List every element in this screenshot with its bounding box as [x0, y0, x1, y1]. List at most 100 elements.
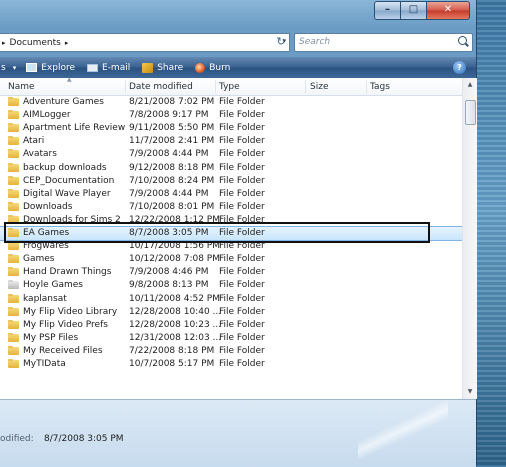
file-date-modified: 7/22/2008 8:18 PM	[129, 345, 215, 356]
file-name: Hoyle Games	[23, 280, 83, 291]
folder-icon	[8, 110, 19, 120]
file-date-modified: 7/10/2008 8:24 PM	[129, 175, 215, 186]
address-bar[interactable]: ▸ Documents ▸ ▾	[0, 33, 290, 52]
address-row: ▸ Documents ▸ ▾ ↻	[0, 30, 476, 54]
search-input[interactable]	[295, 34, 453, 49]
folder-icon	[8, 332, 19, 342]
explore-button[interactable]: Explore	[26, 63, 75, 73]
share-icon	[142, 62, 154, 73]
file-row[interactable]: Adventure Games 8/21/2008 7:02 PM File Fol…	[0, 96, 462, 109]
file-type: File Folder	[219, 359, 265, 369]
file-type: File Folder	[219, 201, 265, 212]
search-icon[interactable]	[458, 36, 467, 45]
column-type[interactable]: Type	[219, 82, 240, 92]
share-button[interactable]: Share	[142, 62, 183, 73]
file-date-modified: 8/7/2008 3:05 PM	[129, 228, 209, 238]
file-row[interactable]: My Flip Video Prefs 12/28/2008 10:23 ... F…	[0, 319, 462, 332]
organize-label: s	[1, 62, 6, 73]
file-name: Avatars	[23, 149, 57, 160]
file-type: File Folder	[219, 241, 265, 252]
column-divider[interactable]	[305, 80, 306, 93]
file-row[interactable]: Avatars 7/9/2008 4:44 PM File Folder	[0, 148, 462, 161]
file-type: File Folder	[219, 136, 265, 147]
date-modified-label: odified:	[0, 434, 34, 444]
burn-button[interactable]: Burn	[195, 62, 230, 73]
vertical-scrollbar[interactable]: ▲ ▼	[462, 78, 477, 399]
explorer-window: – □ ✕ ▸ Documents ▸ ▾ ↻ s ▾ Explore E-ma…	[0, 0, 477, 467]
scrollbar-thumb[interactable]	[465, 100, 476, 125]
file-row[interactable]: Atari 11/7/2008 2:41 PM File Folder	[0, 135, 462, 148]
file-type: File Folder	[219, 162, 265, 173]
folder-icon	[8, 359, 19, 368]
breadcrumb-documents[interactable]: Documents	[10, 38, 61, 48]
command-bar: s ▾ Explore E-mail Share Burn ?	[0, 57, 476, 78]
folder-icon	[8, 214, 19, 224]
column-tags[interactable]: Tags	[370, 82, 390, 92]
column-divider[interactable]	[125, 80, 126, 93]
folder-icon	[8, 97, 19, 106]
close-button[interactable]: ✕	[426, 1, 470, 20]
folder-icon	[8, 201, 19, 211]
file-row[interactable]: EA Games 8/7/2008 3:05 PM File Folder	[0, 226, 462, 241]
folder-icon	[8, 123, 19, 133]
file-row[interactable]: My Received Files 7/22/2008 8:18 PM File F…	[0, 345, 462, 358]
file-row[interactable]: Downloads 7/10/2008 8:01 PM File Folder	[0, 201, 462, 214]
file-type: File Folder	[219, 228, 265, 238]
breadcrumb-chevron-icon[interactable]: ▸	[65, 39, 69, 47]
column-name[interactable]: Name	[8, 82, 35, 92]
help-icon[interactable]: ?	[453, 61, 466, 74]
column-divider[interactable]	[215, 80, 216, 93]
file-row[interactable]: My Flip Video Library 12/28/2008 10:40 ..…	[0, 306, 462, 319]
refresh-icon[interactable]: ↻	[272, 33, 290, 50]
file-date-modified: 7/10/2008 8:01 PM	[129, 201, 215, 212]
file-name: Apartment Life Review	[23, 123, 126, 134]
folder-icon	[8, 188, 19, 198]
file-date-modified: 12/22/2008 1:12 PM	[129, 214, 220, 225]
folder-icon	[8, 306, 19, 316]
file-name: My Received Files	[23, 345, 103, 356]
file-row[interactable]: Frogwares 10/17/2008 1:56 PM File Folder	[0, 240, 462, 253]
file-name: My Flip Video Library	[23, 306, 118, 317]
file-row[interactable]: Hand Drawn Things 7/9/2008 4:46 PM File Fo…	[0, 266, 462, 279]
burn-icon	[195, 62, 206, 73]
file-date-modified: 8/21/2008 7:02 PM	[129, 97, 215, 107]
organize-button[interactable]: s ▾	[1, 63, 16, 73]
folder-icon	[8, 345, 19, 355]
file-row[interactable]: AIMLogger 7/8/2008 9:17 PM File Folder	[0, 109, 462, 122]
file-row[interactable]: My PSP Files 12/31/2008 12:03 ... File Fol…	[0, 332, 462, 345]
file-date-modified: 12/31/2008 12:03 ...	[129, 332, 222, 343]
maximize-button[interactable]: □	[400, 1, 427, 20]
date-modified-value: 8/7/2008 3:05 PM	[44, 434, 124, 444]
file-date-modified: 10/12/2008 7:08 PM	[129, 254, 220, 265]
file-row[interactable]: backup downloads 9/12/2008 8:18 PM File Fo…	[0, 162, 462, 175]
file-row[interactable]: MyTIData 10/7/2008 5:17 PM File Folder	[0, 358, 462, 371]
email-button[interactable]: E-mail	[87, 63, 130, 73]
file-date-modified: 9/8/2008 8:13 PM	[129, 280, 209, 291]
minimize-button[interactable]: –	[374, 1, 401, 20]
file-date-modified: 10/17/2008 1:56 PM	[129, 241, 220, 252]
breadcrumb-arrow-icon[interactable]: ▸	[2, 39, 6, 47]
column-divider[interactable]	[366, 80, 367, 93]
file-row[interactable]: Games 10/12/2008 7:08 PM File Folder	[0, 253, 462, 266]
file-date-modified: 7/8/2008 9:17 PM	[129, 110, 209, 121]
views-dropdown-icon[interactable]: ▾	[13, 64, 17, 72]
folder-icon	[8, 280, 19, 290]
file-type: File Folder	[219, 97, 265, 107]
sort-indicator-icon: ▲	[67, 76, 72, 83]
column-size[interactable]: Size	[310, 82, 328, 92]
file-date-modified: 12/28/2008 10:40 ...	[129, 306, 222, 317]
search-box[interactable]	[294, 33, 473, 52]
file-name: Atari	[23, 136, 45, 147]
folder-icon	[8, 267, 19, 277]
file-row[interactable]: kaplansat 10/11/2008 4:52 PM File Folder	[0, 293, 462, 306]
file-row[interactable]: Downloads for Sims 2 12/22/2008 1:12 PM Fi…	[0, 214, 462, 227]
file-row[interactable]: CEP_Documentation 7/10/2008 8:24 PM File F…	[0, 175, 462, 188]
file-row[interactable]: Hoyle Games 9/8/2008 8:13 PM File Folder	[0, 279, 462, 292]
scroll-up-icon[interactable]: ▲	[463, 78, 477, 92]
file-date-modified: 10/11/2008 4:52 PM	[129, 293, 220, 304]
file-type: File Folder	[219, 188, 265, 199]
column-date-modified[interactable]: Date modified	[129, 82, 193, 92]
scroll-down-icon[interactable]: ▼	[463, 385, 477, 399]
file-row[interactable]: Apartment Life Review 9/11/2008 5:50 PM Fi…	[0, 122, 462, 135]
file-row[interactable]: Digital Wave Player 7/9/2008 4:44 PM File …	[0, 188, 462, 201]
